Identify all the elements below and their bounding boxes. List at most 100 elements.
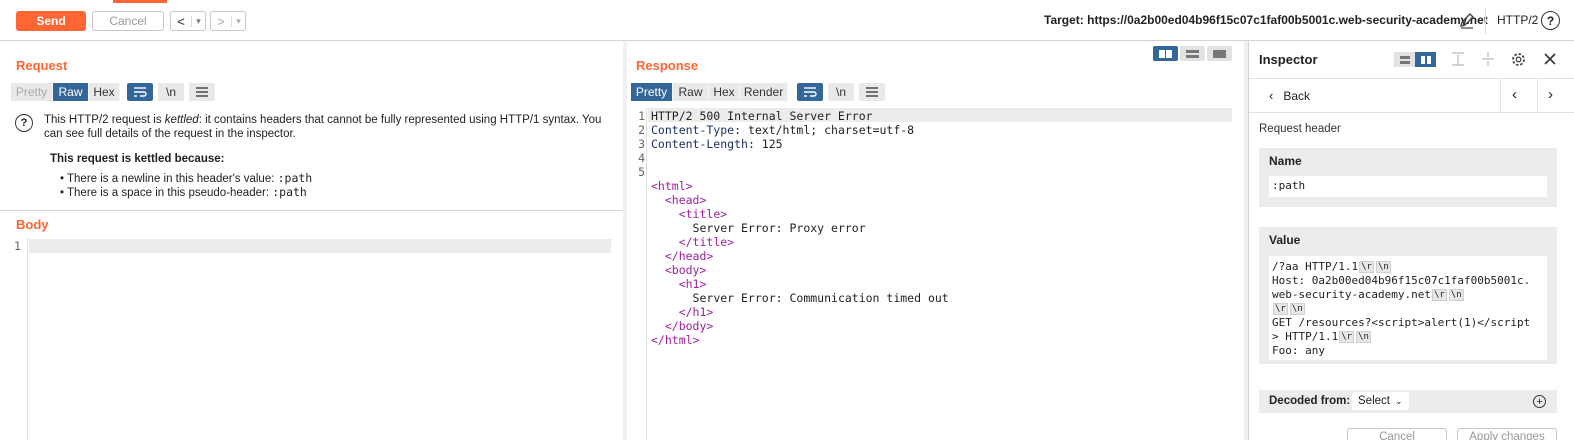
history-forward-button[interactable]: > ▾ [210,11,246,31]
escape-marker: \n [1375,261,1391,273]
code-line: Server Error: Communication timed out [651,291,949,305]
escape-marker: \r [1339,331,1355,343]
help-icon[interactable]: ? [1541,11,1560,30]
status-line: HTTP/2 500 Internal Server Error [651,109,873,123]
tab-raw[interactable]: Raw [673,83,709,101]
decoded-from-bar: Decoded from: Select ⌄ + [1259,390,1557,413]
edit-target-icon[interactable] [1458,12,1476,30]
response-header: Content-Type: text/html; charset=utf-8 [651,123,914,137]
history-back-button[interactable]: < ▾ [170,11,206,31]
kettled-message-pre: This HTTP/2 request is [44,114,165,126]
html-tag: </head> [664,249,714,263]
code-line: </title> [651,235,734,249]
chevron-left-icon: ‹ [1269,88,1274,103]
code-line: <h1> [651,277,707,291]
history-forward-dropdown-icon[interactable]: ▾ [231,15,245,27]
repeater-toolbar: Send Cancel < ▾ > ▾ Target: https://0a2b… [0,0,1574,41]
toolbar-divider [1485,8,1486,34]
wrap-lines-icon[interactable] [797,83,823,101]
layout-tabs-icon[interactable] [1207,46,1232,61]
nav-divider [1500,79,1501,113]
value-text: Host: 0a2b00ed04b96f15c07c1faf00b5001c. [1272,274,1531,287]
code-line: </head> [651,249,713,263]
add-decoding-icon[interactable]: + [1533,395,1546,408]
body-editor[interactable]: 1 [0,238,623,440]
chevron-right-icon[interactable]: › [1548,86,1553,103]
apply-changes-button[interactable]: Apply changes [1457,428,1557,440]
header-value-field[interactable]: /?aa HTTP/1.1 \r \n Host: 0a2b00ed04b96f15c… [1269,256,1547,360]
escape-marker: \r [1431,289,1447,301]
question-circle-icon: ? [15,114,33,132]
close-icon[interactable] [1543,52,1557,66]
help-icon-glyph: ? [1546,13,1555,28]
kettled-reason: • There is a space in this pseudo-header… [60,185,307,199]
value-line: web-security-academy.net \r \n [1272,288,1544,302]
wrap-lines-icon[interactable] [127,83,153,101]
html-tag: <title> [678,207,728,221]
request-view-tabs: Pretty Raw Hex [11,83,120,101]
response-editor[interactable]: 1 2 3 4 5 HTTP/2 500 Internal Server Err… [627,108,1247,440]
html-tag: <h1> [678,277,707,291]
menu-icon[interactable] [859,83,885,101]
layout-stacked-icon[interactable] [1180,46,1205,61]
body-title: Body [16,217,49,232]
html-text: Server Error: Communication timed out [692,291,949,305]
collapse-all-icon[interactable] [1480,51,1496,67]
kettled-reason: • There is a newline in this header's va… [60,171,312,185]
inspector-panel: Inspector ‹ Back ‹ › Request header Name… [1248,41,1574,440]
name-title: Name [1269,154,1302,168]
gear-icon[interactable] [1510,51,1527,68]
show-newlines-button[interactable]: \n [158,83,184,101]
inspector-header: Inspector [1249,41,1574,79]
tab-render[interactable]: Render [740,83,788,101]
name-card: Name :path [1259,148,1557,207]
escape-marker: \n [1289,303,1305,315]
layout-columns-icon[interactable] [1415,52,1436,67]
chevron-left-icon[interactable]: ‹ [1512,86,1517,103]
header-name-field[interactable]: :path [1269,176,1547,197]
tab-pretty[interactable]: Pretty [631,83,673,101]
section-label: Request header [1259,123,1341,135]
value-line: Foo: any [1272,344,1544,358]
layout-side-by-side-icon[interactable] [1153,46,1178,61]
expand-all-icon[interactable] [1450,51,1466,67]
request-title: Request [16,58,68,73]
line-number: 3 [638,137,645,151]
tab-pretty[interactable]: Pretty [11,83,53,101]
html-tag: <body> [664,263,707,277]
active-tab-indicator [113,0,167,3]
decoded-from-select[interactable]: Select ⌄ [1352,392,1409,410]
show-newlines-button[interactable]: \n [828,83,854,101]
request-divider [0,210,623,211]
escape-marker: \n [1448,289,1464,301]
tab-hex[interactable]: Hex [709,83,740,101]
kettled-notice: ? This HTTP/2 request is kettled: it con… [0,110,623,210]
header-name: Content-Type [651,123,735,137]
html-tag: </h1> [678,305,714,319]
code-line: Server Error: Proxy error [651,221,866,235]
menu-icon[interactable] [189,83,215,101]
cancel-button[interactable]: Cancel [92,11,164,31]
back-button[interactable]: ‹ Back [1269,88,1310,103]
inspector-layout-toggle [1394,52,1436,67]
send-button[interactable]: Send [16,11,86,31]
request-pane: Request Pretty Raw Hex \n ? This HTTP/2 … [0,41,623,440]
tab-raw[interactable]: Raw [53,83,89,101]
http-version-label[interactable]: HTTP/2 [1497,13,1538,27]
code-line: <html> [651,179,693,193]
history-back-dropdown-icon[interactable]: ▾ [191,15,205,27]
escape-marker: \r [1273,303,1288,315]
line-number: 1 [638,109,645,123]
escape-marker: \r [1359,261,1374,273]
tab-hex[interactable]: Hex [89,83,120,101]
layout-toggle [1153,46,1232,61]
cancel-changes-button[interactable]: Cancel [1347,428,1447,440]
inspector-nav: ‹ Back ‹ › [1249,79,1574,113]
layout-list-icon[interactable] [1394,52,1415,67]
code-line: </body> [651,319,713,333]
